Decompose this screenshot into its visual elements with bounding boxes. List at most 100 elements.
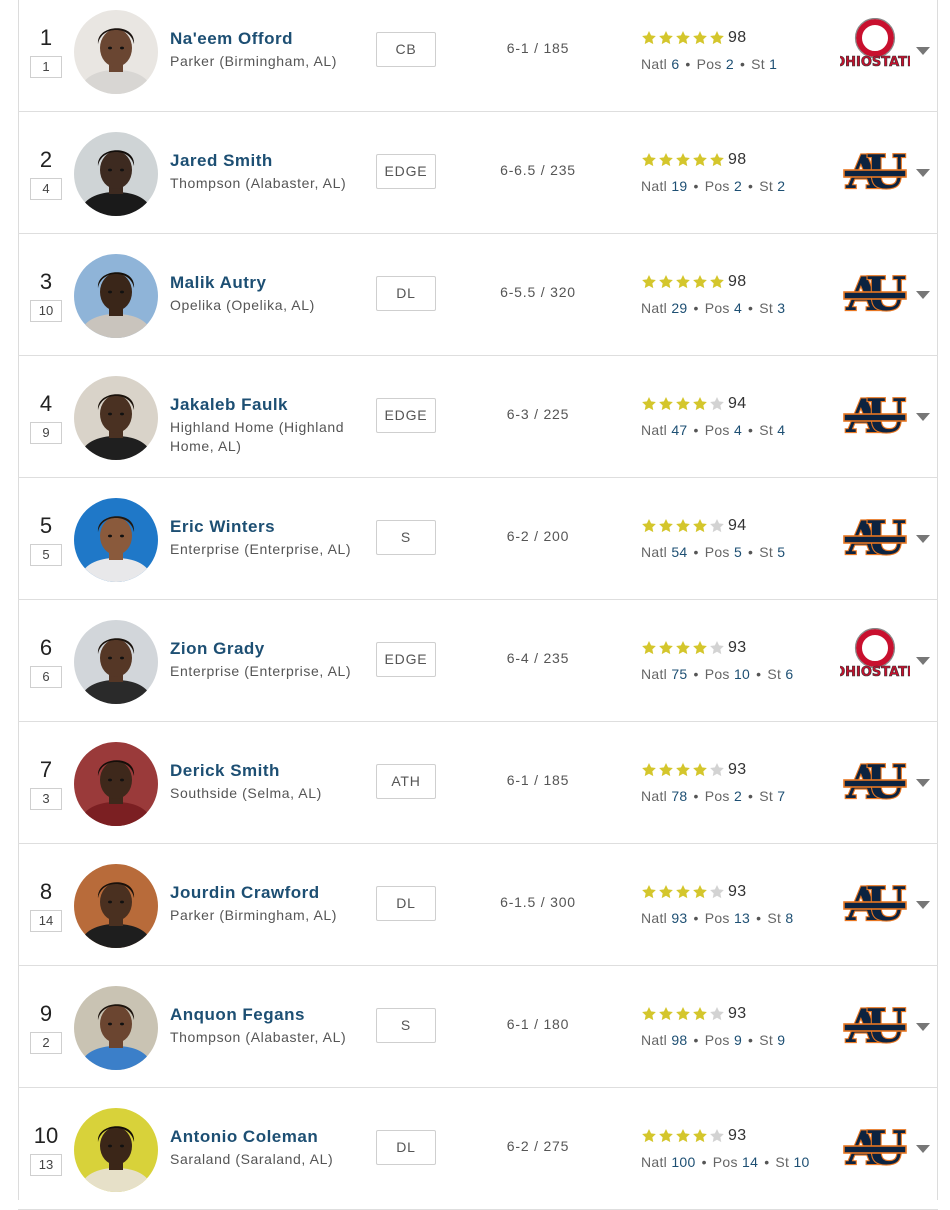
height-weight: 6-5.5 / 320 [500,284,576,300]
player-avatar[interactable] [74,376,158,460]
player-name-link[interactable]: Na'eem Offord [170,29,293,49]
expand-chevron-down-icon[interactable] [916,413,930,421]
expand-chevron-down-icon[interactable] [916,657,930,665]
previous-rank-badge: 10 [30,300,62,322]
pos-rank: 2 [733,788,743,804]
star-filled-icon [693,30,707,44]
height-weight: 6-3 / 225 [506,406,570,422]
star-filled-icon [676,396,690,410]
expand-chevron-down-icon[interactable] [916,1145,930,1153]
star-filled-icon [693,884,707,898]
player-name-link[interactable]: Jourdin Crawford [170,883,320,903]
natl-rank: 93 [671,910,688,926]
star-filled-icon [642,152,656,166]
rating-score: 93 [728,1127,747,1144]
pos-label: Pos [704,300,730,316]
expand-chevron-down-icon[interactable] [916,535,930,543]
committed-school-logo[interactable]: AU [840,506,910,568]
height-weight: 6-4 / 235 [506,650,570,666]
rating-score: 93 [728,761,747,778]
st-label: St [751,56,765,72]
committed-school-logo[interactable]: AU [840,994,910,1056]
star-filled-icon [642,1006,656,1020]
pos-rank: 10 [733,666,751,682]
player-row[interactable]: 4 9 Jakaleb Faulk Highland Home (Highland H… [18,356,938,478]
committed-school-logo[interactable]: AU [840,1116,910,1178]
svg-text:OHIOSTATE: OHIOSTATE [840,665,910,680]
separator-dot: • [748,422,754,438]
previous-rank-badge: 1 [30,56,62,78]
committed-school-logo[interactable]: AU [840,140,910,202]
player-school: Thompson (Alabaster, AL) [170,1029,347,1045]
player-school: Enterprise (Enterprise, AL) [170,663,352,679]
expand-chevron-down-icon[interactable] [916,779,930,787]
player-photo-image [74,742,158,826]
rank-number: 10 [33,1123,59,1148]
expand-chevron-down-icon[interactable] [916,169,930,177]
player-row[interactable]: 1 1 Na'eem Offord Parker (Birmingham, AL) CB… [18,0,938,112]
star-filled-icon [659,518,673,532]
player-name-link[interactable]: Antonio Coleman [170,1127,318,1147]
pos-rank: 2 [725,56,734,72]
star-filled-icon [659,30,673,44]
player-name-link[interactable]: Anquon Fegans [170,1005,305,1025]
player-name-link[interactable]: Zion Grady [170,639,265,659]
player-avatar[interactable] [74,132,158,216]
player-avatar[interactable] [74,1108,158,1192]
st-label: St [767,666,782,682]
player-row[interactable]: 2 4 Jared Smith Thompson (Alabaster, AL) EDG… [18,112,938,234]
ranking-breakdown: Natl 100 • Pos 14 • St 10 [641,1154,810,1170]
committed-school-logo[interactable]: OHIOSTATE [834,627,916,690]
player-row[interactable]: 5 5 Eric Winters Enterprise (Enterprise, AL… [18,478,938,600]
player-name-link[interactable]: Jakaleb Faulk [170,395,288,415]
expand-chevron-down-icon[interactable] [916,47,930,55]
position-badge: EDGE [376,154,436,189]
player-name-link[interactable]: Malik Autry [170,273,267,293]
st-label: St [759,544,774,560]
player-name-link[interactable]: Derick Smith [170,761,280,781]
natl-label: Natl [641,56,668,72]
player-row[interactable]: 8 14 Jourdin Crawford Parker (Birmingham, A… [18,844,938,966]
height-weight: 6-2 / 275 [506,1138,570,1154]
star-filled-icon [693,396,707,410]
committed-school-logo[interactable]: AU [840,262,910,324]
player-name-link[interactable]: Jared Smith [170,151,273,171]
player-photo-image [74,132,158,216]
expand-chevron-down-icon[interactable] [916,901,930,909]
committed-school-logo[interactable]: AU [840,750,910,812]
player-name-link[interactable]: Eric Winters [170,517,275,537]
natl-rank: 54 [671,544,688,560]
player-row[interactable]: 10 13 Antonio Coleman Saraland (Saraland, A… [18,1088,938,1210]
player-row[interactable]: 7 3 Derick Smith Southside (Selma, AL) ATH 6-… [18,722,938,844]
player-avatar[interactable] [74,986,158,1070]
rank-number: 2 [39,147,53,172]
pos-rank: 14 [742,1154,759,1170]
player-avatar[interactable] [74,498,158,582]
committed-school-logo[interactable]: AU [840,872,910,934]
player-row[interactable]: 6 6 Zion Grady Enterprise (Enterprise, AL) E… [18,600,938,722]
player-avatar[interactable] [74,620,158,704]
rating-score: 93 [728,1005,747,1022]
player-row[interactable]: 3 10 Malik Autry Opelika (Opelika, AL) DL 6-5… [18,234,938,356]
star-filled-icon [642,640,656,654]
player-avatar[interactable] [74,864,158,948]
expand-chevron-down-icon[interactable] [916,291,930,299]
rank-number: 8 [39,879,53,904]
star-filled-icon [659,640,673,654]
position-badge: DL [376,1130,436,1165]
player-avatar[interactable] [74,10,158,94]
natl-rank: 75 [671,666,688,682]
star-filled-icon [642,30,656,44]
player-row[interactable]: 9 2 Anquon Fegans Thompson (Alabaster, AL) S… [18,966,938,1088]
previous-rank-badge: 6 [30,666,62,688]
committed-school-logo[interactable]: OHIOSTATE [834,17,916,80]
natl-rank: 100 [671,1154,696,1170]
committed-school-logo[interactable]: AU [840,384,910,446]
player-avatar[interactable] [74,742,158,826]
star-filled-icon [693,152,707,166]
expand-chevron-down-icon[interactable] [916,1023,930,1031]
player-avatar[interactable] [74,254,158,338]
star-filled-icon [676,274,690,288]
auburn-logo-icon: AU [843,876,907,932]
state-rank: 5 [777,544,786,560]
